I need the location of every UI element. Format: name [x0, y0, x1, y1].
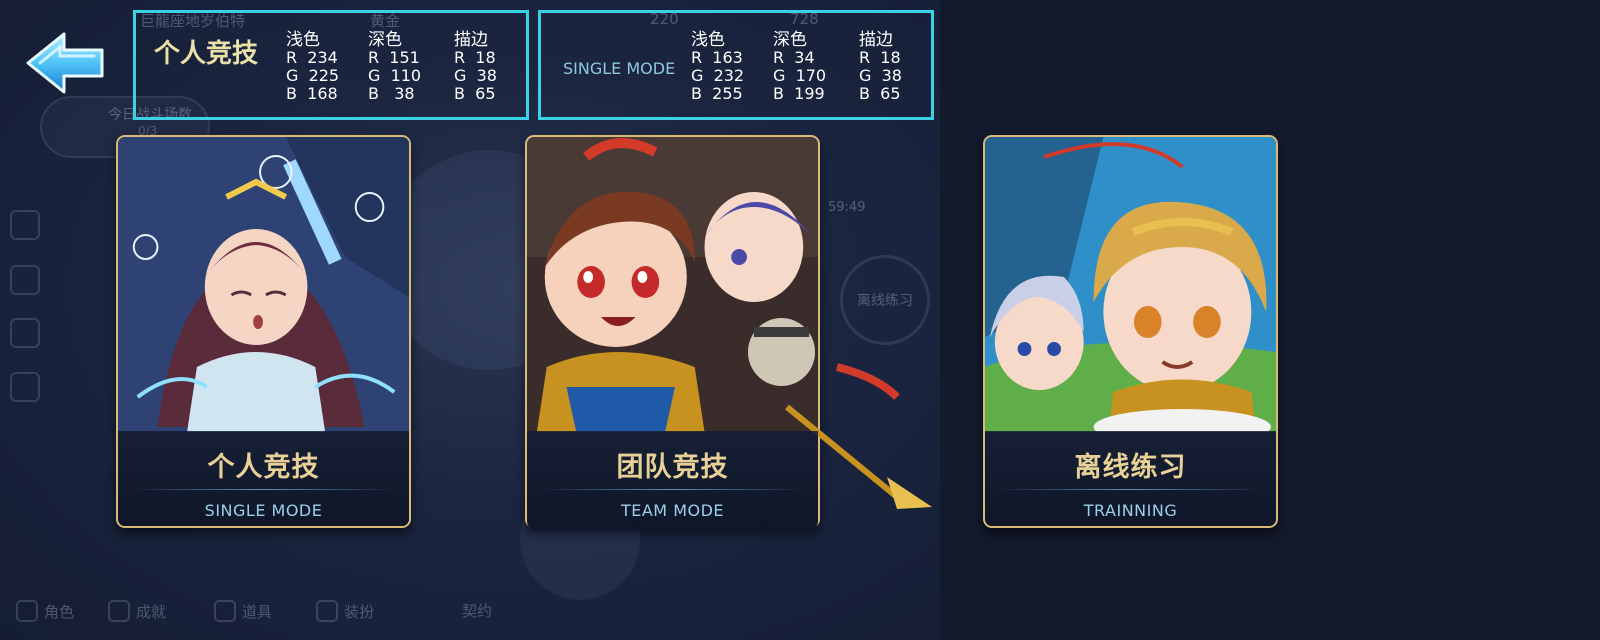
nav-achievement: 成就: [136, 603, 167, 621]
color-column-light: 浅色 R 234 G 225 B 168: [286, 25, 366, 103]
card-title: 离线练习: [1074, 452, 1187, 483]
color-column-stroke: 描边 R 18 G 38 B 65: [454, 25, 534, 103]
color-column-dark: 深色 R 151 G 110 B 38: [368, 25, 448, 103]
rgb-values: R 34 G 170 B 199: [773, 48, 827, 103]
nav-character: 角色: [44, 603, 75, 621]
card-title: 个人竞技: [207, 452, 320, 483]
info-title: SINGLE MODE: [563, 59, 676, 78]
info-box-single-cn: 个人竞技 浅色 R 234 G 225 B 168 深色 R 151 G 110…: [133, 10, 529, 120]
card-subtitle: SINGLE MODE: [204, 501, 323, 520]
column-header: 浅色: [691, 30, 725, 50]
training-mode-card[interactable]: 离线练习 TRAINNING: [983, 135, 1278, 528]
info-title: 个人竞技: [154, 39, 259, 69]
card-label-area: 离线练习 TRAINNING: [985, 431, 1276, 526]
team-mode-card[interactable]: 团队竞技 TEAM MODE: [525, 135, 932, 530]
color-column-stroke: 描边 R 18 G 38 B 65: [859, 25, 939, 103]
costume-icon: [316, 600, 338, 622]
color-column-dark: 深色 R 34 G 170 B 199: [773, 25, 853, 103]
background-bottom-nav: 角色 成就 道具 装扮 契约: [0, 588, 940, 640]
items-icon: [214, 600, 236, 622]
character-icon: [16, 600, 38, 622]
rgb-values: R 234 G 225 B 168: [286, 48, 340, 103]
mail-icon: [10, 318, 40, 348]
team-mode-character-art: [527, 137, 818, 432]
settings-icon: [10, 372, 40, 402]
column-header: 描边: [859, 30, 893, 50]
single-mode-card[interactable]: 个人竞技 SINGLE MODE: [116, 135, 411, 528]
background-offline-label: 离线练习: [857, 293, 913, 309]
back-arrow-icon: [26, 32, 104, 94]
info-box-single-en: SINGLE MODE 浅色 R 163 G 232 B 255 深色 R 34…: [538, 10, 934, 120]
background-timer: 59:49: [828, 200, 866, 215]
training-mode-character-art: [985, 137, 1276, 432]
nav-contract: 契约: [462, 602, 493, 620]
achievement-icon: [108, 600, 130, 622]
card-divider: [130, 489, 397, 490]
column-header: 深色: [368, 30, 402, 50]
rgb-values: R 151 G 110 B 38: [368, 48, 422, 103]
nav-items: 道具: [242, 603, 273, 621]
column-header: 浅色: [286, 30, 320, 50]
share-icon: [10, 210, 40, 240]
column-header: 深色: [773, 30, 807, 50]
card-label-area: 个人竞技 SINGLE MODE: [118, 431, 409, 526]
nav-costume: 装扮: [344, 603, 375, 621]
background-offline-button: 离线练习: [840, 255, 930, 345]
card-title: 团队竞技: [616, 452, 729, 483]
back-button[interactable]: [24, 30, 106, 96]
column-header: 描边: [454, 30, 488, 50]
color-column-light: 浅色 R 163 G 232 B 255: [691, 25, 771, 103]
card-divider: [997, 489, 1264, 490]
rgb-values: R 18 G 38 B 65: [454, 48, 497, 103]
card-label-area: 团队竞技 TEAM MODE: [527, 431, 818, 530]
friends-icon: [10, 265, 40, 295]
single-mode-character-art: [118, 137, 409, 432]
rgb-values: R 18 G 38 B 65: [859, 48, 902, 103]
card-subtitle: TEAM MODE: [620, 501, 725, 520]
card-subtitle: TRAINNING: [1083, 501, 1178, 520]
rgb-values: R 163 G 232 B 255: [691, 48, 745, 103]
card-divider: [539, 489, 806, 490]
